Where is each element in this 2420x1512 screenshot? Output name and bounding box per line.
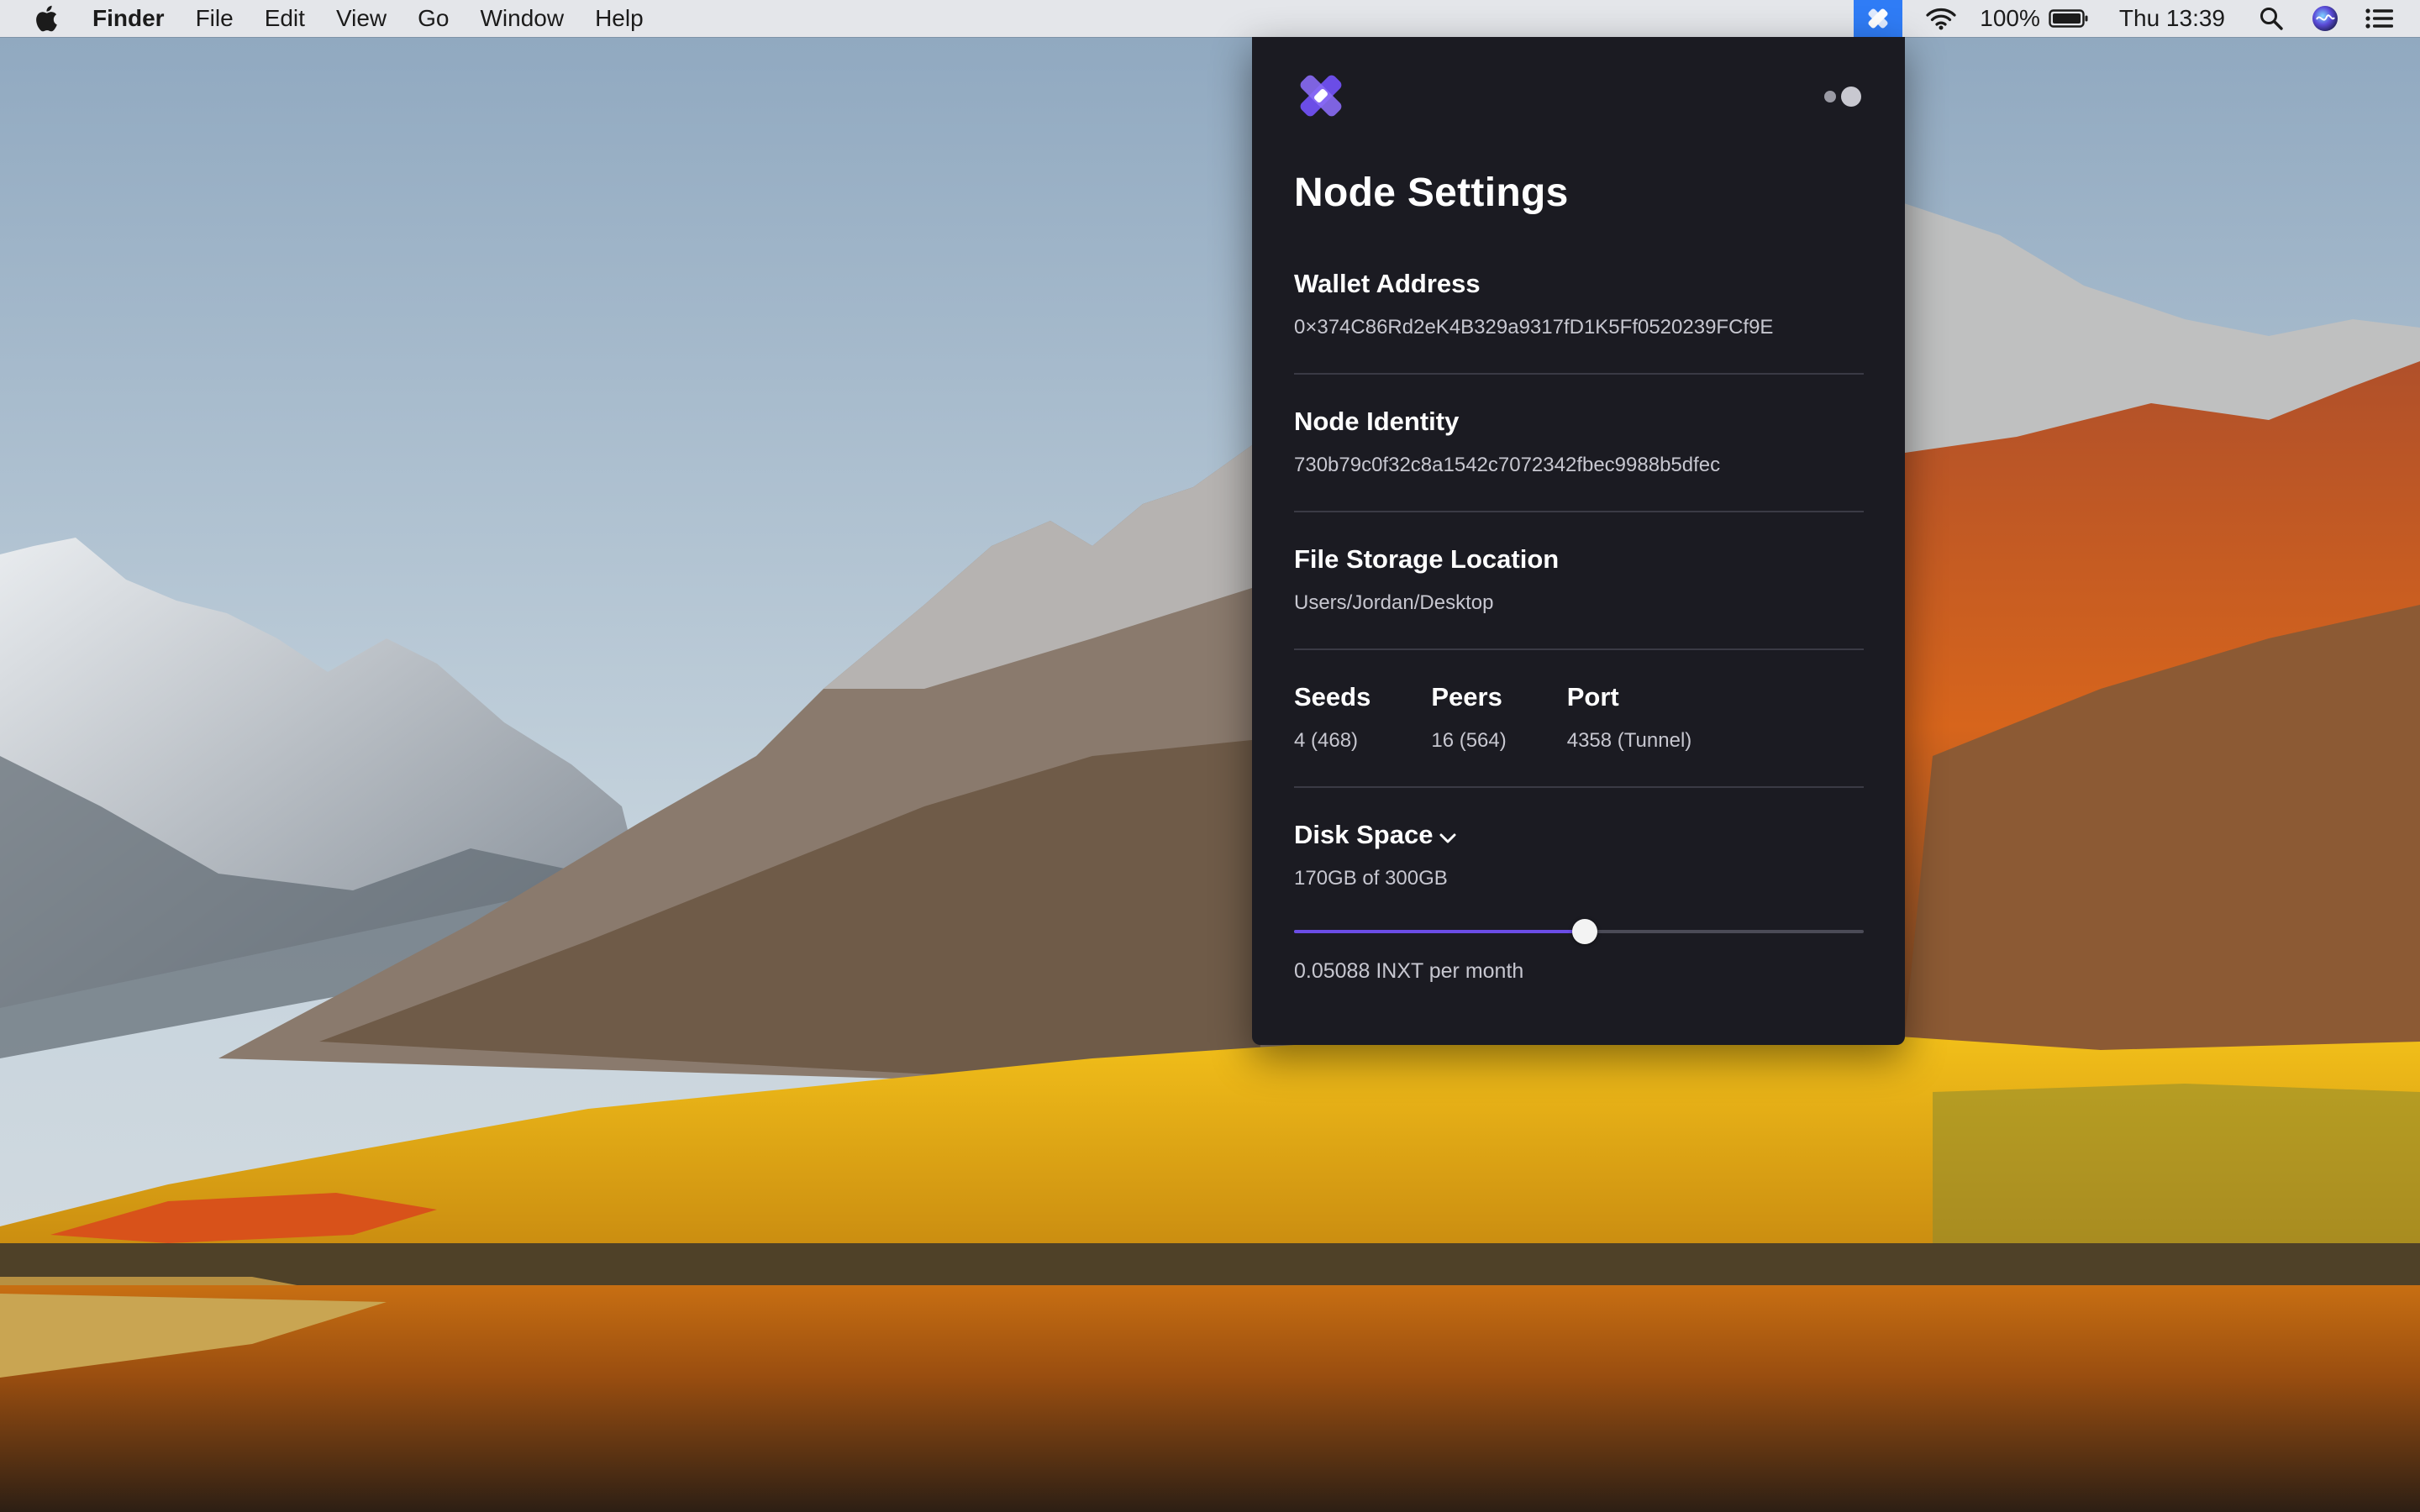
- panel-title: Node Settings: [1294, 171, 1569, 215]
- wallet-address-value[interactable]: 0×374C86Rd2eK4B329a9317fD1K5Ff0520239FCf…: [1294, 316, 1864, 339]
- desktop-wallpaper: [0, 0, 2420, 1512]
- disk-space-value: 170GB of 300GB: [1294, 867, 1448, 890]
- file-storage-label: File Storage Location: [1294, 544, 1560, 574]
- disk-space-slider[interactable]: [1294, 919, 1864, 944]
- divider: [1294, 786, 1864, 788]
- menu-bar-clock[interactable]: Thu 13:39: [2119, 5, 2225, 32]
- notification-list-icon[interactable]: [2365, 0, 2395, 37]
- node-settings-panel: Node Settings Wallet Address 0×374C86Rd2…: [1252, 37, 1905, 1045]
- menu-view[interactable]: View: [336, 5, 387, 32]
- menu-edit[interactable]: Edit: [265, 5, 305, 32]
- battery-icon[interactable]: [2049, 0, 2089, 37]
- menu-file[interactable]: File: [196, 5, 234, 32]
- power-toggle[interactable]: [1821, 84, 1865, 109]
- port-stat: Port 4358 (Tunnel): [1567, 682, 1692, 753]
- file-storage-path[interactable]: Users/Jordan/Desktop: [1294, 591, 1864, 615]
- menu-help[interactable]: Help: [595, 5, 644, 32]
- slider-thumb[interactable]: [1571, 919, 1597, 944]
- search-icon[interactable]: [2257, 0, 2286, 37]
- node-identity-label: Node Identity: [1294, 407, 1460, 436]
- divider: [1294, 511, 1864, 512]
- network-stats: Seeds 4 (468) Peers 16 (564) Port 4358 (…: [1294, 682, 1864, 753]
- seeds-stat: Seeds 4 (468): [1294, 682, 1370, 753]
- internxt-logo-icon: [1292, 67, 1349, 124]
- chevron-down-icon: [1438, 825, 1458, 845]
- divider: [1294, 648, 1864, 650]
- apple-icon[interactable]: [32, 0, 60, 37]
- peers-stat: Peers 16 (564): [1431, 682, 1506, 753]
- divider: [1294, 373, 1864, 375]
- battery-percentage: 100%: [1980, 5, 2040, 31]
- peers-label: Peers: [1431, 682, 1502, 711]
- slider-fill: [1294, 930, 1585, 933]
- wallet-address-section: Wallet Address 0×374C86Rd2eK4B329a9317fD…: [1294, 269, 1864, 339]
- wifi-icon[interactable]: [1923, 0, 1960, 37]
- menu-window[interactable]: Window: [480, 5, 564, 32]
- disk-space-section: Disk Space 170GB of 300GB: [1294, 820, 1864, 890]
- node-identity-section: Node Identity 730b79c0f32c8a1542c7072342…: [1294, 407, 1864, 477]
- menu-go[interactable]: Go: [418, 5, 449, 32]
- port-label: Port: [1566, 682, 1619, 711]
- seeds-value: 4 (468): [1294, 729, 1359, 752]
- disk-space-dropdown[interactable]: Disk Space: [1294, 820, 1864, 850]
- peers-value: 16 (564): [1431, 729, 1507, 752]
- menu-app-finder[interactable]: Finder: [92, 5, 165, 32]
- menu-bar-status-area: 100% Thu 13:39: [1854, 0, 2420, 37]
- siri-icon[interactable]: [2311, 0, 2339, 37]
- file-storage-section: File Storage Location Users/Jordan/Deskt…: [1294, 544, 1864, 615]
- port-value: 4358 (Tunnel): [1566, 729, 1692, 752]
- monthly-earnings: 0.05088 INXT per month: [1294, 959, 1524, 983]
- internxt-tray-icon[interactable]: [1854, 0, 1903, 37]
- menu-bar-left: Finder File Edit View Go Window Help: [0, 0, 675, 37]
- disk-space-label: Disk Space: [1294, 820, 1434, 849]
- menu-bar: Finder File Edit View Go Window Help 100…: [0, 0, 2420, 37]
- node-identity-value[interactable]: 730b79c0f32c8a1542c7072342fbec9988b5dfec: [1294, 454, 1864, 477]
- wallet-address-label: Wallet Address: [1294, 269, 1481, 298]
- seeds-label: Seeds: [1294, 682, 1371, 711]
